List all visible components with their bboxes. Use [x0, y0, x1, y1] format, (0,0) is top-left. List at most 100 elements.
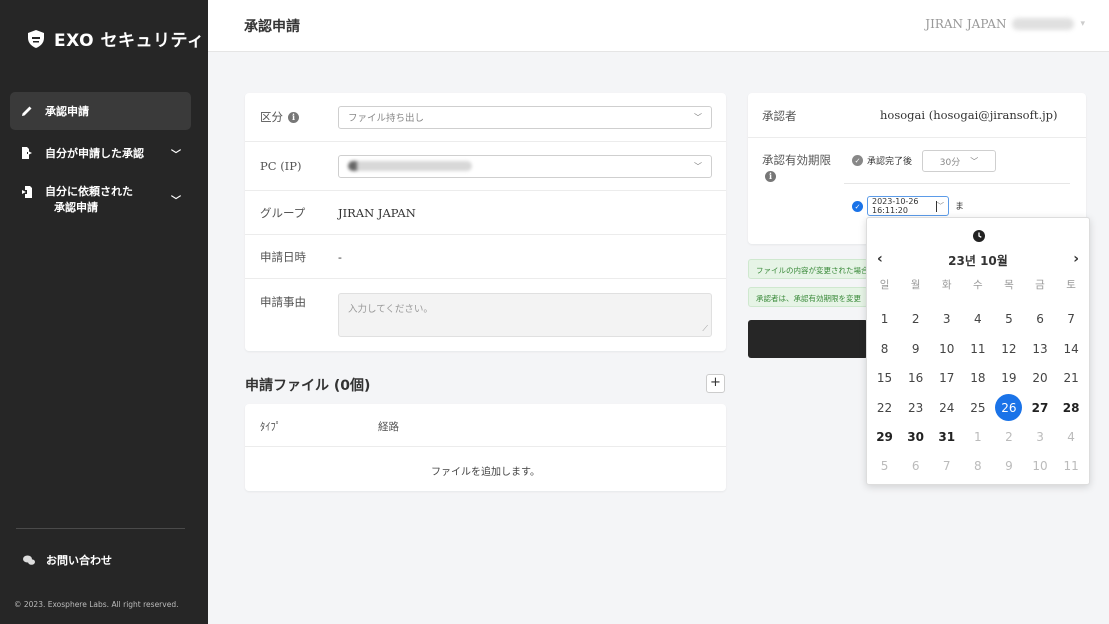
calendar-day-next-month[interactable]: 9	[993, 453, 1024, 479]
calendar-day[interactable]: 19	[993, 365, 1024, 391]
option-label: 承認完了後	[867, 157, 913, 167]
pc-select[interactable]: ﹀	[338, 154, 712, 178]
form-row-reason: 申請事由 入力してください。 ⟋	[245, 279, 726, 351]
calendar-day[interactable]: 21	[1056, 365, 1087, 391]
clock-icon[interactable]	[973, 230, 985, 242]
calendar-day[interactable]: 30	[900, 424, 931, 450]
user-menu[interactable]: JIRAN JAPAN ▾	[925, 17, 1085, 31]
calendar-day[interactable]: 12	[993, 336, 1024, 362]
sidebar-item-label: 自分に依頼された	[45, 185, 133, 198]
datetime-input[interactable]: 2023-10-26 16:11:20 ﹀	[867, 196, 949, 216]
approver-row: 承認者 hosogai (hosogai@jiransoft.jp)	[748, 93, 1086, 138]
calendar-day[interactable]: 3	[931, 306, 962, 332]
weekday-sun: 일	[879, 279, 890, 291]
chevron-down-icon: ﹀	[694, 112, 702, 122]
calendar-day[interactable]: 7	[1056, 306, 1087, 332]
calendar-day[interactable]: 14	[1056, 336, 1087, 362]
header: 承認申請 JIRAN JAPAN ▾	[208, 0, 1109, 52]
calendar-day[interactable]: 20	[1024, 365, 1055, 391]
chevron-down-icon: ﹀	[694, 161, 702, 171]
form-row-category: 区分 i ファイル持ち出し ﹀	[245, 93, 726, 142]
pc-value-redacted	[348, 161, 472, 171]
datetime-picker-popup: ‹ 23년 10월 › 일 월 화 수 목 금 토 1 2 3 4 5 6 7 …	[866, 217, 1090, 485]
calendar-day-next-month[interactable]: 4	[1056, 424, 1087, 450]
calendar-day-next-month[interactable]: 11	[1056, 453, 1087, 479]
app-logo[interactable]: EXO セキュリティ	[26, 26, 204, 51]
calendar-day[interactable]: 31	[931, 424, 962, 450]
chevron-down-icon: ﹀	[171, 149, 181, 161]
calendar-day[interactable]: 17	[931, 365, 962, 391]
calendar-day-next-month[interactable]: 3	[1024, 424, 1055, 450]
duration-select[interactable]: 30分 ﹀	[922, 150, 996, 172]
weekday-sat: 토	[1066, 279, 1076, 291]
validity-label: 承認有効期限i	[762, 153, 831, 182]
calendar-week: 22 23 24 25 26 27 28	[869, 394, 1087, 421]
calendar-week: 29 30 31 1 2 3 4	[869, 424, 1087, 450]
contact-label: お問い合わせ	[46, 554, 112, 567]
calendar-day[interactable]: 10	[931, 336, 962, 362]
calendar-day[interactable]: 8	[869, 336, 900, 362]
sidebar-item-approval-request[interactable]: 承認申請	[10, 92, 191, 130]
until-text: ま	[955, 202, 965, 212]
resize-grip-icon[interactable]: ⟋	[702, 324, 708, 334]
pencil-icon	[20, 104, 34, 118]
weekday-fri: 금	[1035, 279, 1045, 291]
reason-textarea[interactable]: 入力してください。 ⟋	[338, 293, 712, 337]
calendar-day-next-month[interactable]: 7	[931, 453, 962, 479]
check-circle-icon[interactable]: ✓	[852, 201, 863, 212]
calendar-day[interactable]: 1	[869, 306, 900, 332]
weekday-thu: 목	[1004, 279, 1014, 291]
sidebar: EXO セキュリティ 承認申請 自分が申請した承認 ﹀ 自分に依頼された 承認申…	[0, 0, 208, 624]
calendar-day[interactable]: 23	[900, 395, 931, 421]
calendar-day[interactable]: 11	[962, 336, 993, 362]
approver-value: hosogai (hosogai@jiransoft.jp)	[880, 108, 1058, 122]
calendar-day[interactable]: 5	[993, 306, 1024, 332]
calendar-day-next-month[interactable]: 6	[900, 453, 931, 479]
files-empty-message[interactable]: ファイルを追加します。	[245, 463, 726, 478]
calendar-day[interactable]: 16	[900, 365, 931, 391]
notice-approver-validity: 承認者は、承認有効期限を変更	[748, 287, 868, 307]
date-value: -	[338, 249, 342, 264]
page-title: 承認申請	[244, 19, 300, 35]
calendar-day-next-month[interactable]: 8	[962, 453, 993, 479]
calendar-day-next-month[interactable]: 10	[1024, 453, 1055, 479]
info-icon[interactable]: i	[765, 170, 776, 182]
calendar-day[interactable]: 22	[869, 395, 900, 421]
contact-link[interactable]: お問い合わせ	[22, 552, 112, 568]
add-file-button[interactable]: +	[706, 374, 725, 393]
calendar-day[interactable]: 25	[962, 395, 993, 421]
calendar-day[interactable]: 2	[900, 306, 931, 332]
sidebar-item-label: 承認申請	[45, 105, 89, 118]
calendar-day-selected[interactable]: 26	[993, 394, 1024, 421]
calendar-day[interactable]: 27	[1024, 395, 1055, 421]
weekday-mon: 월	[910, 279, 921, 291]
sidebar-item-my-requests[interactable]: 自分が申請した承認 ﹀	[10, 142, 191, 164]
next-month-button[interactable]: ›	[1073, 251, 1079, 267]
group-value: JIRAN JAPAN	[338, 205, 416, 220]
calendar-week: 8 9 10 11 12 13 14	[869, 336, 1087, 362]
calendar-month-title: 23년 10월	[948, 254, 1008, 268]
calendar-day[interactable]: 4	[962, 306, 993, 332]
calendar-day[interactable]: 29	[869, 424, 900, 450]
calendar-day-next-month[interactable]: 5	[869, 453, 900, 479]
calendar-day[interactable]: 15	[869, 365, 900, 391]
files-table: ﾀｲﾌﾟ 経路 ファイルを追加します。	[245, 404, 726, 491]
sidebar-divider	[16, 528, 185, 529]
sidebar-item-requested-to-me[interactable]: 自分に依頼された 承認申請 ﹀	[10, 184, 191, 220]
calendar-day[interactable]: 6	[1024, 306, 1055, 332]
calendar-day[interactable]: 28	[1056, 395, 1087, 421]
duration-value: 30分	[939, 157, 961, 168]
weekday-tue: 화	[941, 279, 952, 291]
submit-button[interactable]	[748, 320, 868, 358]
form-row-date: 申請日時 -	[245, 235, 726, 279]
calendar-day[interactable]: 9	[900, 336, 931, 362]
validity-option-after-approval[interactable]: ✓ 承認完了後	[852, 154, 912, 167]
calendar-day-next-month[interactable]: 2	[993, 424, 1024, 450]
calendar-day[interactable]: 18	[962, 365, 993, 391]
category-select[interactable]: ファイル持ち出し ﹀	[338, 105, 712, 129]
date-label: 申請日時	[260, 249, 306, 264]
calendar-day-next-month[interactable]: 1	[962, 424, 993, 450]
calendar-day[interactable]: 13	[1024, 336, 1055, 362]
calendar-day[interactable]: 24	[931, 395, 962, 421]
info-icon[interactable]: i	[288, 111, 299, 123]
